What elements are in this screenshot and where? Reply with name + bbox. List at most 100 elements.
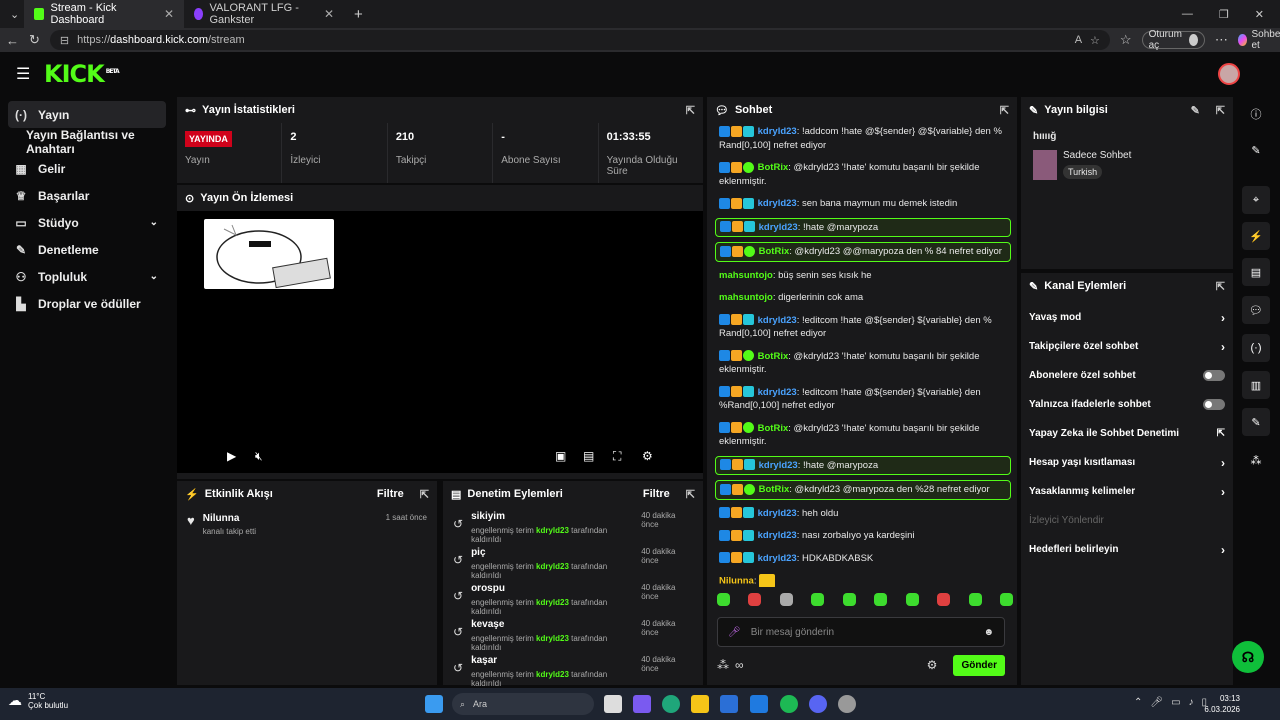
sidebar-item-topluluk[interactable]: ⚇ Topluluk ⌄ (0, 263, 172, 290)
theater-icon[interactable]: ▤ (583, 449, 594, 463)
copilot-button[interactable]: Sohbet et (1237, 29, 1280, 51)
support-button[interactable]: ☊ (1232, 641, 1264, 673)
sidebar-item-studyo[interactable]: ▭ Stüdyo ⌄ (0, 209, 172, 236)
tab-gankster[interactable]: VALORANT LFG - Gankster ✕ (184, 0, 344, 28)
favorites-icon[interactable]: ☆ (1120, 32, 1132, 48)
chat-message[interactable]: kdryld23: !editcom !hate @${sender} ${va… (715, 384, 1011, 415)
wrench-icon[interactable]: ✎ (1242, 408, 1270, 436)
chat-message[interactable]: mahsuntojo: büş senin ses kısık he (715, 267, 1011, 285)
taskbar-search[interactable]: ⌕ Ara (452, 693, 594, 715)
channel-action-row[interactable]: Yalnızca ifadelerle sohbet (1021, 390, 1233, 419)
emote-icon[interactable] (842, 593, 856, 606)
emote-icon[interactable] (874, 593, 888, 606)
file-explorer-icon[interactable] (691, 695, 709, 713)
discord-icon[interactable] (809, 695, 827, 713)
emote-icon[interactable] (779, 593, 793, 606)
undo-icon[interactable]: ↺ (453, 517, 463, 539)
start-icon[interactable] (425, 695, 443, 713)
popout-icon[interactable]: ⇱ (1000, 104, 1009, 117)
sidebar-item-gelir[interactable]: ▦ Gelir (0, 155, 172, 182)
chat-message[interactable]: BotRix: @kdryld23 '!hate' komutu başarıl… (715, 159, 1011, 190)
menu-icon[interactable]: ☰ (16, 64, 44, 84)
more-icon[interactable]: ⋯ (1215, 32, 1228, 48)
microphone-icon[interactable]: 🎤︎ (728, 627, 741, 638)
undo-icon[interactable]: ↺ (453, 661, 463, 683)
emote-icon[interactable] (968, 593, 982, 606)
target-icon[interactable]: ⌖ (1242, 186, 1270, 214)
sidebar-item-basarilar[interactable]: ♕ Başarılar (0, 182, 172, 209)
video-player[interactable]: ▶ 🔇︎ ▣ ▤ ⛶ ⚙ (177, 211, 703, 473)
channel-action-row[interactable]: Yavaş mod › (1021, 303, 1233, 332)
system-tray[interactable]: ⌃🎤︎▭♪▯ (1134, 697, 1215, 708)
chat-username[interactable]: kdryld23 (758, 508, 797, 519)
store-icon[interactable] (720, 695, 738, 713)
close-icon[interactable]: ✕ (324, 7, 334, 21)
favorite-star-icon[interactable]: ☆ (1090, 34, 1100, 47)
task-view-icon[interactable] (604, 695, 622, 713)
read-aloud-icon[interactable]: A (1075, 34, 1082, 46)
kick-logo[interactable]: KICK BETA (44, 60, 120, 88)
emote-icon[interactable] (717, 593, 730, 606)
sidebar-item-yayin[interactable]: (·) Yayın (8, 101, 166, 128)
chat-username[interactable]: BotRix (758, 351, 789, 362)
emote-icon[interactable] (748, 593, 762, 606)
chat-username[interactable]: BotRix (758, 423, 789, 434)
chat-message[interactable]: BotRix: @kdryld23 '!hate' komutu başarıl… (715, 348, 1011, 379)
signin-button[interactable]: Oturum aç (1141, 29, 1205, 51)
chat-username[interactable]: kdryld23 (758, 126, 797, 137)
popout-icon[interactable]: ⇱ (420, 488, 429, 501)
chat-username[interactable]: kdryld23 (759, 222, 798, 233)
app-icon[interactable] (838, 695, 856, 713)
close-icon[interactable]: ✕ (164, 7, 174, 21)
channel-action-row[interactable]: Abonelere özel sohbet (1021, 361, 1233, 390)
maximize-icon[interactable]: ❐ (1219, 8, 1229, 21)
chat-username[interactable]: BotRix (759, 246, 790, 257)
chat-username[interactable]: mahsuntojo (719, 270, 773, 281)
sidebar-item-denetleme[interactable]: ✎ Denetleme (0, 236, 172, 263)
spotify-icon[interactable] (780, 695, 798, 713)
chat-message[interactable]: Nilunna: (715, 572, 1011, 587)
chat-message[interactable]: kdryld23: heh oldu (715, 505, 1011, 523)
chat-message[interactable]: BotRix: @kdryld23 @marypoza den %28 nefr… (715, 480, 1011, 500)
channel-action-row[interactable]: Yasaklanmış kelimeler › (1021, 477, 1233, 506)
chat-settings-icon[interactable]: ⚙ (927, 658, 938, 672)
app-icon[interactable] (633, 695, 651, 713)
layout-icon[interactable]: ▥ (1242, 371, 1270, 399)
popout-icon[interactable]: ⇱ (1216, 280, 1225, 293)
chat-username[interactable]: mahsuntojo (719, 292, 773, 303)
chat-username[interactable]: kdryld23 (758, 387, 797, 398)
chat-icon[interactable]: 💬︎ (1242, 296, 1270, 324)
chat-message[interactable]: BotRix: @kdryld23 @@marypoza den % 84 ne… (715, 242, 1011, 262)
chat-message[interactable]: kdryld23: HDKABDKABSK (715, 550, 1011, 568)
settings-gear-icon[interactable]: ⚙ (642, 449, 653, 463)
clock[interactable]: 03:13 6.03.2026 (1204, 693, 1240, 715)
undo-icon[interactable]: ↺ (453, 589, 463, 611)
fullscreen-icon[interactable]: ⛶ (613, 449, 621, 464)
document-icon[interactable]: ▤ (1242, 258, 1270, 286)
chat-username[interactable]: BotRix (759, 484, 790, 495)
chat-message[interactable]: kdryld23: !editcom !hate @${sender} ${va… (715, 312, 1011, 343)
sidebar-item-droplar[interactable]: ▙ Droplar ve ödüller (0, 290, 172, 317)
channel-action-row[interactable]: Hesap yaşı kısıtlaması › (1021, 448, 1233, 477)
url-field[interactable]: ⊟ https://dashboard.kick.com/stream A ☆ (49, 30, 1110, 50)
bolt-icon[interactable]: ⚡ (1242, 222, 1270, 250)
emote-icon[interactable] (999, 593, 1013, 606)
emote-icon[interactable] (905, 593, 919, 606)
chat-message[interactable]: kdryld23: nası zorbalıyo ya kardeşini (715, 527, 1011, 545)
chat-username[interactable]: kdryld23 (758, 553, 797, 564)
mail-icon[interactable] (750, 695, 768, 713)
sidebar-item-stream-key[interactable]: Yayın Bağlantısı ve Anahtarı (0, 128, 172, 156)
undo-icon[interactable]: ↺ (453, 553, 463, 575)
minimize-icon[interactable]: — (1182, 8, 1193, 21)
toggle-switch[interactable] (1203, 370, 1225, 381)
chat-username[interactable]: kdryld23 (758, 198, 797, 209)
reload-icon[interactable]: ↻ (29, 32, 40, 48)
channel-action-row[interactable]: Hedefleri belirleyin › (1021, 535, 1233, 564)
emoji-icon[interactable]: ☻ (983, 627, 994, 638)
popout-icon[interactable]: ⇱ (686, 488, 695, 501)
emote-icon[interactable] (937, 593, 951, 606)
chat-username[interactable]: Nilunna (719, 576, 754, 587)
chat-username[interactable]: kdryld23 (759, 460, 798, 471)
chat-message[interactable]: kdryld23: !hate @marypoza (715, 455, 1011, 475)
chat-username[interactable]: BotRix (758, 162, 789, 173)
